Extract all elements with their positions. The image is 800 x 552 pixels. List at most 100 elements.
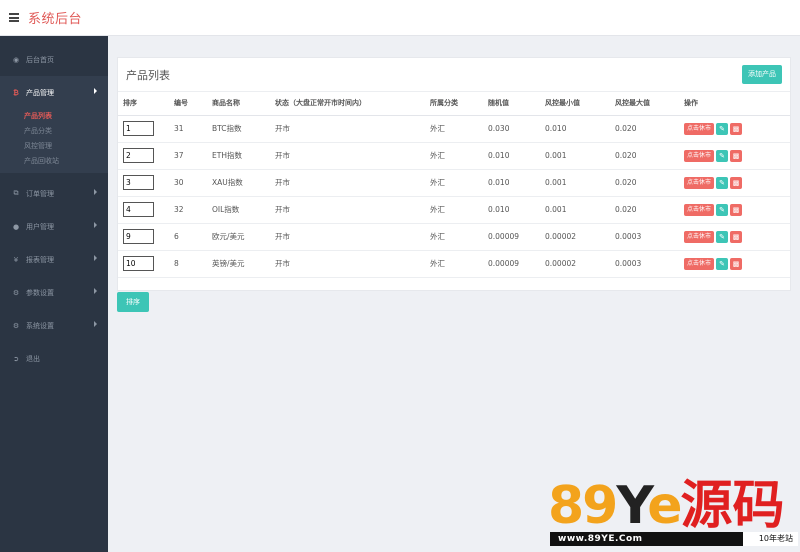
sidebar: ◉ 后台首页 ₿ 产品管理 产品列表 产品分类 风控管理 产品回收站 ⧉ 订单管… [0,36,108,552]
risk-min: 0.001 [545,196,615,224]
random-value: 0.010 [488,169,545,197]
sidebar-item-products[interactable]: ₿ 产品管理 [0,76,108,109]
pencil-icon[interactable]: ✎ [716,122,729,135]
column-header: 所属分类 [430,92,488,116]
sort-order-input[interactable] [123,229,154,244]
trash-icon[interactable]: ▩ [730,203,743,216]
column-header: 商品名称 [212,92,275,116]
submenu-item-recycle-bin[interactable]: 产品回收站 [0,154,108,169]
sort-order-input[interactable] [123,175,154,190]
table-row: 6 欧元/美元 开市 外汇 0.00009 0.00002 0.0003 点击休… [118,223,790,251]
watermark-url: www.89YE.Com [558,534,643,544]
sidebar-item-logout[interactable]: ➲ 退出 [0,342,108,375]
product-id: 6 [174,223,212,251]
column-header: 操作 [684,92,790,116]
sidebar-item-orders[interactable]: ⧉ 订单管理 [0,177,108,210]
product-name: 英镑/美元 [212,250,275,278]
sidebar-item-label: 产品管理 [26,88,54,97]
pencil-icon[interactable]: ✎ [716,203,729,216]
pencil-icon[interactable]: ✎ [716,230,729,243]
product-status: 开市 [275,196,430,224]
submenu-item-product-list[interactable]: 产品列表 [0,109,108,124]
sidebar-item-system[interactable]: ⚙ 系统设置 [0,309,108,342]
product-status: 开市 [275,142,430,170]
dashboard-icon: ◉ [12,55,20,64]
watermark-tag: 10年老站 [742,532,798,546]
product-list-panel: 产品列表 添加产品 排序 编号 商品名称 状态（大盘正常开市时间内） 所属分类 … [117,57,791,291]
product-id: 32 [174,196,212,224]
trash-icon[interactable]: ▩ [730,257,743,270]
user-icon: ● [12,222,20,231]
menu-toggle-icon[interactable] [9,13,19,22]
risk-min: 0.010 [545,115,615,143]
product-category: 外汇 [430,223,488,251]
sort-order-input[interactable] [123,202,154,217]
risk-max: 0.020 [615,115,684,143]
close-market-button[interactable]: 点击休市 [684,176,715,189]
chevron-right-icon [94,255,97,261]
table-row: 37 ETH指数 开市 外汇 0.010 0.001 0.020 点击休市 ✎ … [118,142,790,170]
product-id: 30 [174,169,212,197]
column-header: 风控最小值 [545,92,615,116]
pencil-icon[interactable]: ✎ [716,149,729,162]
risk-max: 0.0003 [615,250,684,278]
submenu-item-risk-control[interactable]: 风控管理 [0,139,108,154]
app-title: 系统后台 [28,12,83,27]
product-category: 外汇 [430,115,488,143]
product-status: 开市 [275,223,430,251]
products-submenu: 产品列表 产品分类 风控管理 产品回收站 [0,109,108,173]
product-name: ETH指数 [212,142,275,170]
product-category: 外汇 [430,196,488,224]
sort-order-input[interactable] [123,121,154,136]
bitcoin-icon: ₿ [13,88,19,97]
trash-icon[interactable]: ▩ [730,122,743,135]
submenu-item-product-category[interactable]: 产品分类 [0,124,108,139]
pencil-icon[interactable]: ✎ [716,176,729,189]
watermark-logo: 89Ye源码 www.89YE.Com 10年老站 [548,480,798,550]
table-row: 31 BTC指数 开市 外汇 0.030 0.010 0.020 点击休市 ✎ … [118,115,790,143]
product-name: XAU指数 [212,169,275,197]
close-market-button[interactable]: 点击休市 [684,203,715,216]
sidebar-item-reports[interactable]: ¥ 报表管理 [0,243,108,276]
sign-out-icon: ➲ [13,354,19,363]
sidebar-item-users[interactable]: ● 用户管理 [0,210,108,243]
trash-icon[interactable]: ▩ [730,176,743,189]
product-category: 外汇 [430,142,488,170]
chevron-right-icon [94,189,97,195]
close-market-button[interactable]: 点击休市 [684,149,715,162]
sort-order-input[interactable] [123,148,154,163]
random-value: 0.010 [488,142,545,170]
trash-icon[interactable]: ▩ [730,230,743,243]
product-id: 8 [174,250,212,278]
add-product-button[interactable]: 添加产品 [742,65,782,84]
column-header: 状态（大盘正常开市时间内） [275,92,430,116]
column-header: 编号 [174,92,212,116]
chevron-right-icon [94,321,97,327]
table-row: 30 XAU指数 开市 外汇 0.010 0.001 0.020 点击休市 ✎ … [118,169,790,197]
table-header-row: 排序 编号 商品名称 状态（大盘正常开市时间内） 所属分类 随机值 风控最小值 … [118,92,790,116]
product-id: 37 [174,142,212,170]
pencil-icon[interactable]: ✎ [716,257,729,270]
product-name: BTC指数 [212,115,275,143]
sort-order-input[interactable] [123,256,154,271]
risk-max: 0.020 [615,142,684,170]
product-name: 欧元/美元 [212,223,275,251]
top-bar: 系统后台 [0,0,800,36]
copy-icon: ⧉ [13,189,19,197]
product-category: 外汇 [430,169,488,197]
sidebar-item-label: 报表管理 [26,255,54,264]
chevron-right-icon [94,288,97,294]
gears-icon: ⚙ [12,321,20,330]
close-market-button[interactable]: 点击休市 [684,257,715,270]
table-row: 32 OIL指数 开市 外汇 0.010 0.001 0.020 点击休市 ✎ … [118,196,790,224]
close-market-button[interactable]: 点击休市 [684,230,715,243]
close-market-button[interactable]: 点击休市 [684,122,715,135]
trash-icon[interactable]: ▩ [730,149,743,162]
sidebar-item-home[interactable]: ◉ 后台首页 [0,43,108,76]
sidebar-item-params[interactable]: ⚙ 参数设置 [0,276,108,309]
sort-button[interactable]: 排序 [117,292,149,312]
sidebar-item-label: 用户管理 [26,222,54,231]
product-status: 开市 [275,169,430,197]
risk-min: 0.00002 [545,250,615,278]
sidebar-item-label: 参数设置 [26,288,54,297]
